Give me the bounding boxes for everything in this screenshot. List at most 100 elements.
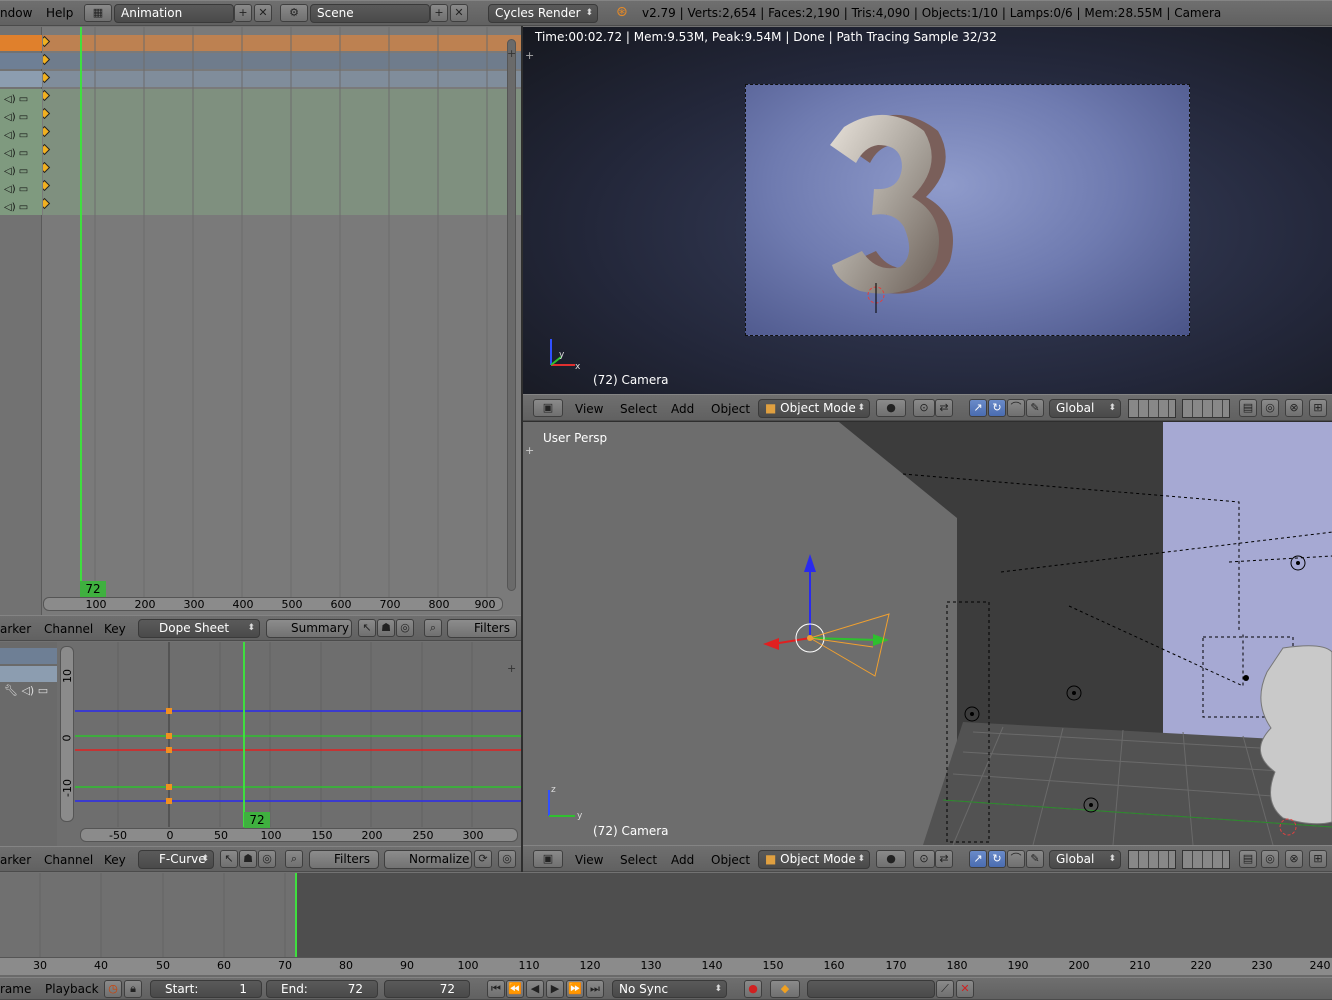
ghost-icon[interactable]: ☗ [377, 619, 395, 637]
channel-action[interactable] [0, 71, 42, 87]
orientation-select[interactable]: Global ⬍ [1049, 399, 1121, 418]
play-icon[interactable]: ▶ [546, 980, 564, 998]
pen-icon[interactable]: ✎ [1026, 399, 1044, 417]
expand-region-icon[interactable]: + [507, 47, 516, 60]
orientation-select[interactable]: Global ⬍ [1049, 850, 1121, 869]
dopesheet-editor[interactable]: ◁) ▭ ◁) ▭ ◁) ▭ ◁) ▭ ◁) ▭ ◁) ▭ ◁) ▭ 72 + 100 [0, 27, 521, 615]
modifier-wrench-icon[interactable]: 🔧︎ ◁) ▭ [4, 684, 48, 697]
remove-scene-icon[interactable]: ✕ [450, 4, 468, 22]
search-icon[interactable]: ⌕ [424, 619, 442, 637]
lock-layers-icon[interactable]: ▤ [1239, 399, 1257, 417]
menu-select[interactable]: Select [620, 853, 657, 867]
keyframe-markers[interactable] [43, 35, 51, 210]
filters-button[interactable]: Filters [447, 619, 517, 638]
dopesheet-channels[interactable]: ◁) ▭ ◁) ▭ ◁) ▭ ◁) ▭ ◁) ▭ ◁) ▭ ◁) ▭ [0, 27, 42, 615]
scene-name-field[interactable]: Scene [310, 4, 430, 23]
graph-frame-badge[interactable]: 72 [244, 812, 270, 828]
summary-toggle[interactable]: Summary [266, 619, 352, 638]
refresh-icon[interactable]: ⟳ [474, 850, 492, 868]
pivot-point-icon[interactable]: ⊙ [913, 850, 935, 868]
menu-object[interactable]: Object [711, 402, 750, 416]
add-scene-icon[interactable]: + [430, 4, 448, 22]
jump-end-icon[interactable]: ⏭ [586, 980, 604, 998]
menu-add[interactable]: Add [671, 402, 694, 416]
scale-icon[interactable]: ⌒ [1007, 850, 1025, 868]
translate-icon[interactable]: ↗ [969, 850, 987, 868]
prev-keyframe-icon[interactable]: ⏪ [506, 980, 524, 998]
render-preview-icon[interactable]: ⊞ [1309, 850, 1327, 868]
viewport-shading-icon[interactable]: ● [876, 850, 906, 868]
keying-set-icon[interactable]: ◆ [770, 980, 800, 998]
layers-grid[interactable] [1128, 399, 1176, 418]
expand-region-icon[interactable]: + [525, 444, 534, 457]
graph-mode-select[interactable]: F-Curve ⬍ [138, 850, 214, 869]
expand-region-icon[interactable]: + [525, 49, 534, 62]
layout-name-field[interactable]: Animation [114, 4, 234, 23]
end-frame-field[interactable]: End: 72 [266, 980, 378, 998]
select-only-icon[interactable]: ↖ [358, 619, 376, 637]
search-icon[interactable]: ⌕ [285, 850, 303, 868]
interaction-mode-select[interactable]: ■ Object Mode ⬍ [758, 399, 870, 418]
ghost-icon[interactable]: ☗ [239, 850, 257, 868]
next-keyframe-icon[interactable]: ⏩ [566, 980, 584, 998]
render-engine-select[interactable]: Cycles Render ⬍ [488, 4, 598, 23]
lock-layers-icon[interactable]: ▤ [1239, 850, 1257, 868]
pivot-icon[interactable]: ◎ [498, 850, 516, 868]
scene-icon[interactable]: ⚙ [280, 4, 308, 22]
manipulator-icon[interactable]: ⇄ [935, 850, 953, 868]
graph-editor[interactable]: 🔧︎ ◁) ▭ 10 0 -10 72 + -50 0 50 100 150 2… [0, 642, 521, 846]
filters-button[interactable]: Filters [309, 850, 379, 869]
lock-range-icon[interactable]: 🔒︎ [124, 980, 142, 998]
start-frame-field[interactable]: Start: 1 [150, 980, 262, 998]
normalize-toggle[interactable]: Normalize [384, 850, 472, 869]
channel-summary[interactable] [0, 35, 42, 51]
jump-start-icon[interactable]: ⏮ [487, 980, 505, 998]
scale-icon[interactable]: ⌒ [1007, 399, 1025, 417]
manipulator-icon[interactable]: ⇄ [935, 399, 953, 417]
current-frame-field[interactable]: 72 [384, 980, 470, 998]
render-preview-icon[interactable]: ⊞ [1309, 399, 1327, 417]
layers-grid-2[interactable] [1182, 850, 1230, 869]
keying-set-field[interactable] [807, 980, 935, 998]
frame-badge[interactable]: 72 [80, 581, 106, 597]
menu-marker[interactable]: arker [0, 853, 31, 867]
channel-object[interactable] [0, 53, 42, 69]
menu-playback[interactable]: Playback [45, 982, 99, 996]
menu-key[interactable]: Key [104, 853, 126, 867]
delete-keyframe-icon[interactable]: ✕ [956, 980, 974, 998]
channel-speaker-lock-icons[interactable]: ◁) ▭ ◁) ▭ ◁) ▭ ◁) ▭ ◁) ▭ ◁) ▭ ◁) ▭ [4, 91, 28, 217]
insert-keyframe-icon[interactable]: ⟋ [936, 980, 954, 998]
menu-marker[interactable]: arker [0, 622, 31, 636]
menu-channel[interactable]: Channel [44, 622, 93, 636]
menu-select[interactable]: Select [620, 402, 657, 416]
snap-icon[interactable]: ⊗ [1285, 399, 1303, 417]
snap-icon[interactable]: ⊗ [1285, 850, 1303, 868]
menu-object[interactable]: Object [711, 853, 750, 867]
menu-frame[interactable]: rame [0, 982, 31, 996]
expand-region-icon[interactable]: + [507, 662, 516, 675]
add-layout-icon[interactable]: + [234, 4, 252, 22]
graph-ruler[interactable]: -50 0 50 100 150 200 250 300 [80, 828, 518, 842]
pen-icon[interactable]: ✎ [1026, 850, 1044, 868]
graph-curves[interactable] [75, 642, 521, 827]
menu-window[interactable]: ndow [0, 6, 32, 20]
menu-key[interactable]: Key [104, 622, 126, 636]
error-filter-icon[interactable]: ◎ [396, 619, 414, 637]
persp-viewport[interactable]: User Persp + zy (72) Camera [523, 422, 1332, 845]
remove-layout-icon[interactable]: ✕ [254, 4, 272, 22]
play-reverse-icon[interactable]: ◀ [526, 980, 544, 998]
preview-range-icon[interactable]: ◷ [104, 980, 122, 998]
translate-icon[interactable]: ↗ [969, 399, 987, 417]
record-icon[interactable]: ● [744, 980, 762, 998]
layers-grid-2[interactable] [1182, 399, 1230, 418]
viewport-shading-icon[interactable]: ● [876, 399, 906, 417]
graph-channels[interactable]: 🔧︎ ◁) ▭ [0, 642, 57, 846]
proportional-edit-icon[interactable]: ◎ [1261, 850, 1279, 868]
rotate-icon[interactable]: ↻ [988, 399, 1006, 417]
layers-grid[interactable] [1128, 850, 1176, 869]
menu-help[interactable]: Help [46, 6, 73, 20]
rendered-viewport[interactable]: Time:00:02.72 | Mem:9.53M, Peak:9.54M | … [523, 27, 1332, 394]
pivot-point-icon[interactable]: ⊙ [913, 399, 935, 417]
editor-type-icon[interactable]: ▣ [533, 850, 563, 868]
dopesheet-scrollbar[interactable] [507, 39, 516, 591]
